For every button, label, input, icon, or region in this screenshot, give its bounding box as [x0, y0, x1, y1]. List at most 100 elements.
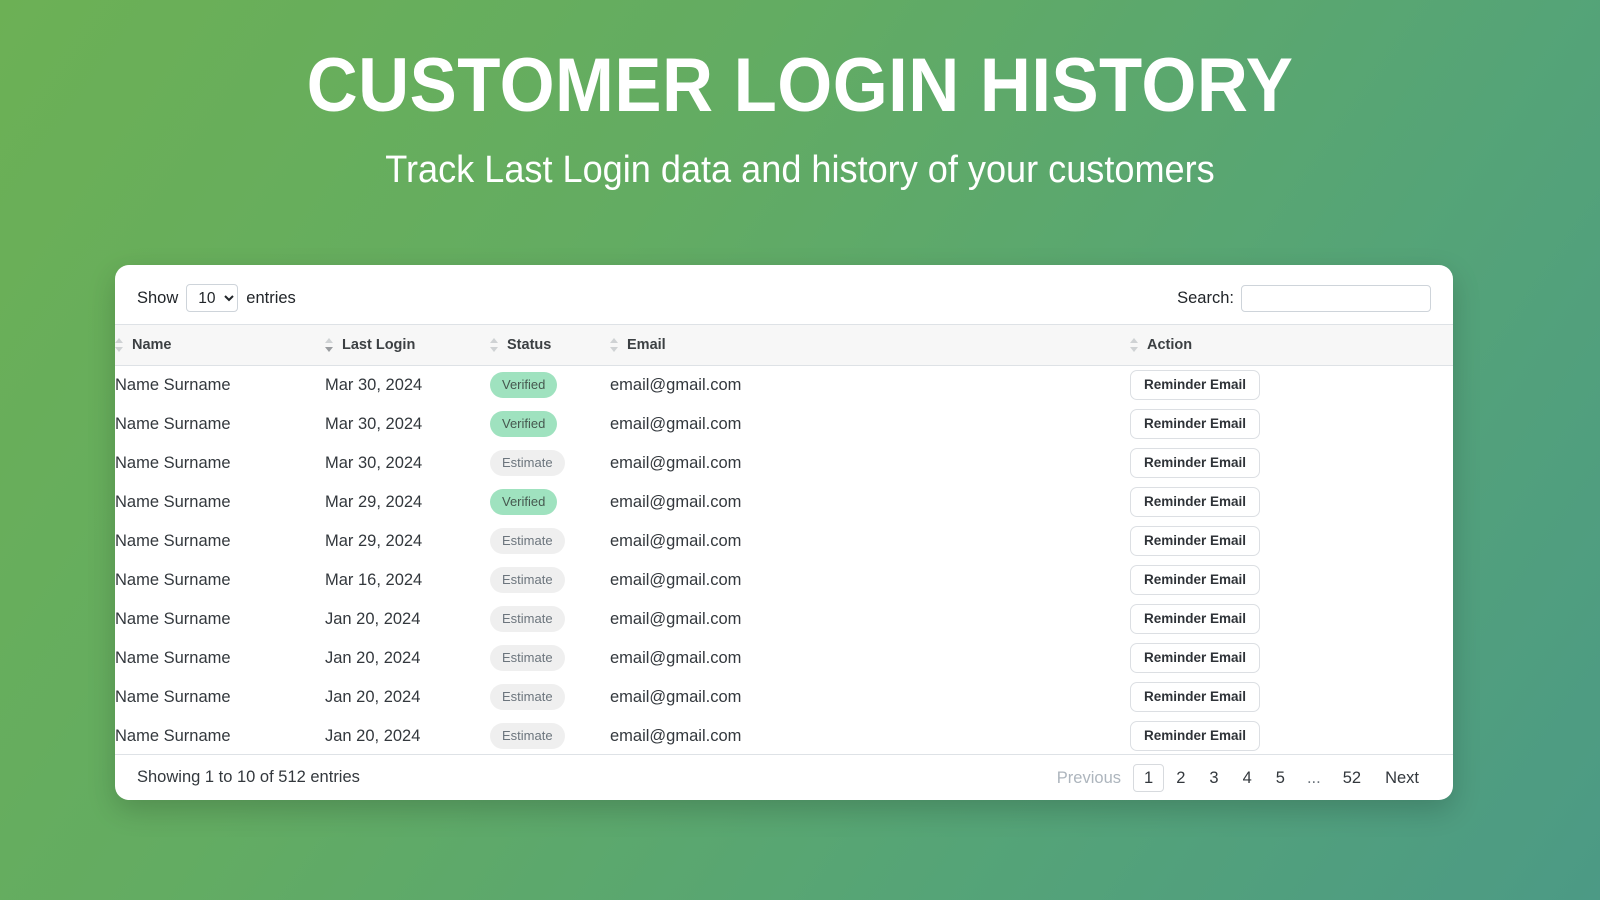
column-header-label: Email — [627, 337, 666, 353]
status-badge: Estimate — [490, 723, 565, 749]
table-row: Name Surname Mar 16, 2024 Estimate email@gm… — [115, 561, 1453, 600]
sort-icon[interactable] — [1130, 337, 1139, 353]
cell-name: Name Surname — [115, 570, 231, 589]
pagination-page-4[interactable]: 4 — [1231, 765, 1264, 791]
pagination: Previous 1 2 3 4 5... 52 Next — [1045, 763, 1431, 792]
status-badge: Verified — [490, 489, 558, 515]
login-history-table: Name Last Login Status Email Action Name Sur… — [115, 324, 1453, 756]
status-badge: Estimate — [490, 606, 565, 632]
table-row: Name Surname Mar 29, 2024 Verified email@gm… — [115, 483, 1453, 522]
status-badge: Estimate — [490, 684, 565, 710]
status-badge: Estimate — [490, 528, 565, 554]
cell-email: email@gmail.com — [610, 414, 742, 433]
cell-email: email@gmail.com — [610, 492, 742, 511]
reminder-email-button[interactable]: Reminder Email — [1130, 409, 1261, 439]
entries-label: entries — [246, 288, 296, 307]
cell-email: email@gmail.com — [610, 375, 742, 394]
reminder-email-button[interactable]: Reminder Email — [1130, 370, 1261, 401]
cell-last-login: Mar 29, 2024 — [325, 531, 423, 550]
table-row: Name Surname Jan 20, 2024 Estimate email@gm… — [115, 600, 1453, 639]
cell-action: Reminder Email — [1130, 522, 1453, 561]
status-badge: Verified — [490, 411, 558, 437]
cell-last-login: Mar 16, 2024 — [325, 570, 423, 589]
table-header-row: Name Last Login Status Email Action — [115, 324, 1453, 366]
cell-action: Reminder Email — [1130, 483, 1453, 522]
cell-action: Reminder Email — [1130, 405, 1453, 444]
pagination-page-52[interactable]: 52 — [1331, 765, 1373, 791]
table-row: Name Surname Jan 20, 2024 Estimate email@gm… — [115, 717, 1453, 756]
cell-last-login: Jan 20, 2024 — [325, 648, 421, 667]
pagination-page-1[interactable]: 1 — [1133, 763, 1165, 792]
cell-status: Estimate — [490, 444, 610, 483]
cell-status: Verified — [490, 366, 610, 405]
reminder-email-button[interactable]: Reminder Email — [1130, 448, 1261, 478]
cell-name: Name Surname — [115, 687, 231, 706]
column-header-status[interactable]: Status — [490, 325, 610, 366]
cell-action: Reminder Email — [1130, 639, 1453, 678]
search-input[interactable] — [1241, 284, 1431, 312]
cell-last-login: Mar 30, 2024 — [325, 375, 423, 394]
cell-last-login: Jan 20, 2024 — [325, 609, 421, 628]
column-header-label: Last Login — [342, 337, 416, 353]
table-row: Name Surname Mar 30, 2024 Verified email@gm… — [115, 405, 1453, 444]
status-badge: Estimate — [490, 450, 565, 476]
hero-banner: CUSTOMER LOGIN HISTORY Track Last Login … — [0, 0, 1600, 192]
column-header-action[interactable]: Action — [1130, 325, 1453, 366]
page-length-select[interactable]: 102550100 — [186, 284, 239, 312]
status-badge: Verified — [490, 372, 558, 399]
status-badge: Estimate — [490, 645, 565, 671]
column-header-label: Status — [507, 337, 552, 353]
reminder-email-button[interactable]: Reminder Email — [1130, 487, 1261, 517]
pagination-next[interactable]: Next — [1373, 765, 1431, 791]
column-header-label: Action — [1147, 337, 1193, 353]
table-row: Name Surname Mar 30, 2024 Verified email@gm… — [115, 366, 1453, 405]
reminder-email-button[interactable]: Reminder Email — [1130, 604, 1261, 634]
reminder-email-button[interactable]: Reminder Email — [1130, 526, 1261, 556]
sort-icon[interactable] — [610, 337, 619, 353]
cell-last-login: Mar 29, 2024 — [325, 492, 423, 511]
cell-action: Reminder Email — [1130, 561, 1453, 600]
reminder-email-button[interactable]: Reminder Email — [1130, 721, 1261, 751]
cell-action: Reminder Email — [1130, 678, 1453, 717]
cell-name: Name Surname — [115, 375, 231, 394]
table-row: Name Surname Jan 20, 2024 Estimate email@gm… — [115, 639, 1453, 678]
pagination-page-ellipsis: ... — [1306, 768, 1321, 787]
cell-action: Reminder Email — [1130, 717, 1453, 756]
column-header-email[interactable]: Email — [610, 325, 1130, 366]
cell-email: email@gmail.com — [610, 531, 742, 550]
column-header-last-login[interactable]: Last Login — [325, 325, 490, 366]
cell-name: Name Surname — [115, 453, 231, 472]
column-header-label: Name — [132, 337, 172, 353]
sort-icon[interactable] — [115, 337, 124, 353]
page-title: CUSTOMER LOGIN HISTORY — [306, 43, 1294, 128]
cell-status: Verified — [490, 483, 610, 522]
cell-status: Estimate — [490, 717, 610, 756]
cell-email: email@gmail.com — [610, 687, 742, 706]
table-row: Name Surname Mar 30, 2024 Estimate email@gm… — [115, 444, 1453, 483]
pagination-previous[interactable]: Previous — [1045, 765, 1133, 791]
reminder-email-button[interactable]: Reminder Email — [1130, 565, 1261, 595]
cell-last-login: Jan 20, 2024 — [325, 726, 421, 745]
reminder-email-button[interactable]: Reminder Email — [1130, 643, 1261, 673]
table-row: Name Surname Mar 29, 2024 Estimate email@gm… — [115, 522, 1453, 561]
cell-email: email@gmail.com — [610, 453, 742, 472]
cell-action: Reminder Email — [1130, 444, 1453, 483]
table-body: Name Surname Mar 30, 2024 Verified email@gm… — [115, 366, 1453, 756]
cell-email: email@gmail.com — [610, 609, 742, 628]
datatable-card: Show 102550100 entries Search: Name Last … — [115, 265, 1453, 800]
pagination-page-2[interactable]: 2 — [1164, 765, 1197, 791]
pagination-page-3[interactable]: 3 — [1197, 765, 1230, 791]
cell-name: Name Surname — [115, 648, 231, 667]
search-label: Search: — [1177, 288, 1234, 307]
column-header-name[interactable]: Name — [115, 325, 325, 366]
page-length-control: Show 102550100 entries — [137, 284, 296, 312]
pagination-page-5[interactable]: 5 — [1264, 765, 1297, 791]
cell-email: email@gmail.com — [610, 570, 742, 589]
cell-status: Estimate — [490, 600, 610, 639]
page-subtitle: Track Last Login data and history of you… — [385, 149, 1215, 191]
sort-icon[interactable] — [490, 337, 499, 353]
cell-name: Name Surname — [115, 414, 231, 433]
status-badge: Estimate — [490, 567, 565, 593]
reminder-email-button[interactable]: Reminder Email — [1130, 682, 1261, 712]
sort-icon[interactable] — [325, 337, 334, 353]
